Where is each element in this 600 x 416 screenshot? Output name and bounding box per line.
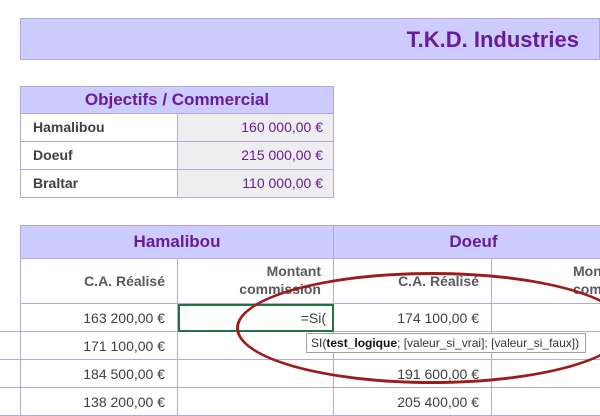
objectives-row: Braltar 110 000,00 € xyxy=(20,170,334,198)
cell-ca-hamalibou[interactable]: 171 100,00 € xyxy=(20,332,178,360)
cell-ca-doeuf[interactable]: 205 400,00 € xyxy=(334,388,492,416)
function-tooltip: SI(test_logique; [valeur_si_vrai]; [vale… xyxy=(306,333,586,353)
cell-montant-hamalibou[interactable] xyxy=(178,360,334,388)
cell-ca-doeuf[interactable]: 174 100,00 € xyxy=(334,304,492,332)
cell-montant-doeuf[interactable] xyxy=(492,304,600,332)
cell-ca-hamalibou[interactable]: 184 500,00 € xyxy=(20,360,178,388)
column-header-montant-doeuf: Montcommi xyxy=(492,259,600,304)
objective-value-cell[interactable]: 110 000,00 € xyxy=(178,170,334,198)
tooltip-argument-active[interactable]: test_logique xyxy=(326,336,397,350)
objectives-header: Objectifs / Commercial xyxy=(20,86,334,114)
group-header-hamalibou: Hamalibou xyxy=(20,225,334,259)
column-header-ca-hamalibou: C.A. Réalisé xyxy=(20,259,178,304)
objectives-row: Hamalibou 160 000,00 € xyxy=(20,114,334,142)
cell-ca-doeuf[interactable]: 191 600,00 € xyxy=(334,360,492,388)
company-title: T.K.D. Industries xyxy=(406,27,579,52)
group-header-doeuf: Doeuf xyxy=(334,225,600,259)
row-stub xyxy=(0,304,20,332)
column-header-label: C.A. Réalisé xyxy=(84,273,165,289)
row-stub xyxy=(0,388,20,416)
row-stub xyxy=(0,332,20,360)
objective-name-cell[interactable]: Doeuf xyxy=(20,142,178,170)
objective-name-cell[interactable]: Braltar xyxy=(20,170,178,198)
tooltip-prefix: SI( xyxy=(311,336,327,350)
column-header-label: Montcommi xyxy=(573,263,600,297)
objectives-row: Doeuf 215 000,00 € xyxy=(20,142,334,170)
column-header-montant-hamalibou: Montant commission xyxy=(178,259,334,304)
column-header-label: Montant commission xyxy=(239,263,321,297)
cell-montant-doeuf[interactable] xyxy=(492,360,600,388)
objective-value-cell[interactable]: 215 000,00 € xyxy=(178,142,334,170)
cell-ca-hamalibou[interactable]: 138 200,00 € xyxy=(20,388,178,416)
objective-name-cell[interactable]: Hamalibou xyxy=(20,114,178,142)
column-header-ca-doeuf: C.A. Réalisé xyxy=(334,259,492,304)
title-banner: T.K.D. Industries xyxy=(20,18,600,60)
column-header-label: C.A. Réalisé xyxy=(398,273,479,289)
cell-montant-hamalibou[interactable] xyxy=(178,388,334,416)
cell-ca-hamalibou[interactable]: 163 200,00 € xyxy=(20,304,178,332)
active-formula-cell[interactable]: =Si( xyxy=(178,304,334,332)
tooltip-arguments: ; [valeur_si_vrai]; [valeur_si_faux]) xyxy=(397,336,580,350)
row-stub xyxy=(0,360,20,388)
objective-value-cell[interactable]: 160 000,00 € xyxy=(178,114,334,142)
cell-montant-doeuf[interactable] xyxy=(492,388,600,416)
